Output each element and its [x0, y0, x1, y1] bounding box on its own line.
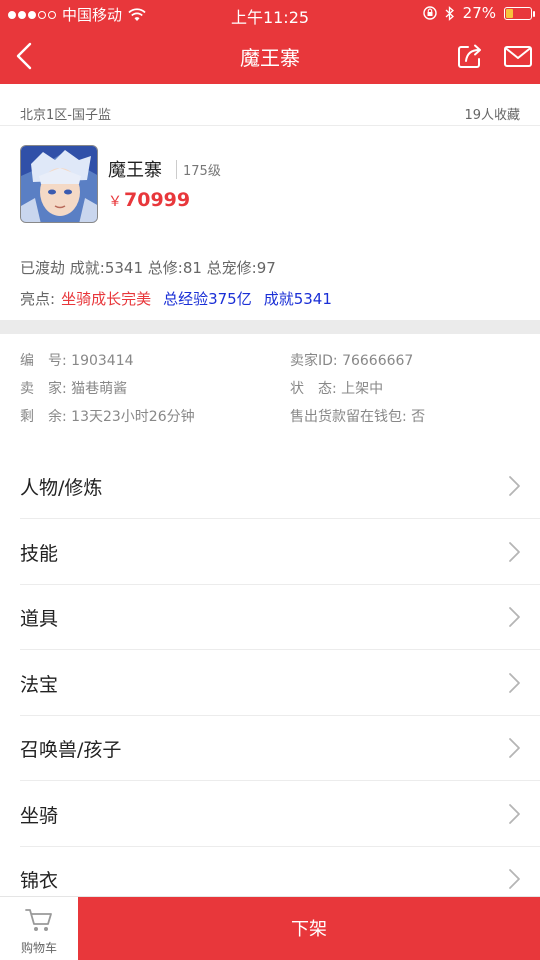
chevron-right-icon	[509, 542, 520, 562]
stats-line: 已渡劫 成就:5341 总修:81 总宠修:97	[20, 259, 276, 277]
chevron-right-icon	[509, 607, 520, 627]
menu-item-skills[interactable]: 技能	[0, 519, 540, 585]
menu-item-items[interactable]: 道具	[0, 584, 540, 650]
cart-label: 购物车	[20, 941, 57, 955]
bottom-bar: 购物车 下架	[0, 896, 540, 960]
character-level: 175级	[176, 160, 221, 179]
bluetooth-icon	[445, 5, 454, 21]
time-remaining: 剩 余: 13天23小时26分钟	[20, 409, 195, 425]
character-price: ￥ 70999	[108, 189, 190, 211]
chevron-right-icon	[509, 869, 520, 889]
character-avatar	[20, 145, 98, 223]
highlight-tag: 总经验375亿	[163, 290, 252, 308]
status-bar: 中国移动 上午11:25 27%	[0, 0, 540, 28]
listing-id: 编 号: 1903414	[20, 353, 134, 369]
highlight-tag: 成就5341	[263, 290, 332, 308]
chevron-right-icon	[509, 673, 520, 693]
server-row: 北京1区-国子监 19人收藏	[0, 84, 540, 126]
menu-item-label: 锦衣	[20, 870, 59, 892]
delist-button[interactable]: 下架	[78, 897, 540, 960]
menu-item-label: 法宝	[20, 674, 59, 696]
battery-percent: 27%	[462, 4, 496, 22]
chevron-right-icon	[509, 804, 520, 824]
menu-item-label: 技能	[20, 543, 59, 565]
currency-symbol: ￥	[108, 194, 122, 210]
menu-item-label: 坐骑	[20, 805, 59, 827]
character-name: 魔王寨	[108, 160, 162, 181]
seller-name: 卖 家: 猫巷萌酱	[20, 381, 128, 397]
listing-status: 状 态: 上架中	[290, 381, 384, 397]
share-icon[interactable]	[452, 38, 488, 74]
menu-item-pets[interactable]: 召唤兽/孩子	[0, 715, 540, 781]
seller-id: 卖家ID: 76666667	[290, 353, 414, 369]
highlight-tag: 坐骑成长完美	[61, 290, 152, 308]
shopping-cart-icon	[25, 909, 52, 931]
nav-bar: 魔王寨	[0, 28, 540, 84]
highlights: 亮点: 坐骑成长完美 总经验375亿 成就5341	[20, 288, 332, 309]
mail-icon[interactable]	[500, 38, 536, 74]
price-value: 70999	[124, 189, 191, 211]
menu-item-character[interactable]: 人物/修炼	[0, 453, 540, 519]
chevron-right-icon	[509, 476, 520, 496]
server-name: 北京1区-国子监	[20, 108, 111, 123]
section-divider	[0, 320, 540, 334]
menu-item-treasures[interactable]: 法宝	[0, 650, 540, 716]
menu-item-label: 人物/修炼	[20, 477, 103, 499]
menu-item-label: 道具	[20, 608, 59, 630]
highlights-label: 亮点:	[20, 290, 56, 308]
rotation-lock-icon	[422, 6, 437, 20]
menu-item-mounts[interactable]: 坐骑	[0, 781, 540, 847]
chevron-right-icon	[509, 738, 520, 758]
cart-button[interactable]: 购物车	[0, 897, 78, 960]
wallet-setting: 售出货款留在钱包: 否	[290, 409, 426, 425]
battery-icon	[504, 6, 535, 20]
favorites-count: 19人收藏	[464, 108, 520, 123]
menu-item-label: 召唤兽/孩子	[20, 739, 122, 761]
